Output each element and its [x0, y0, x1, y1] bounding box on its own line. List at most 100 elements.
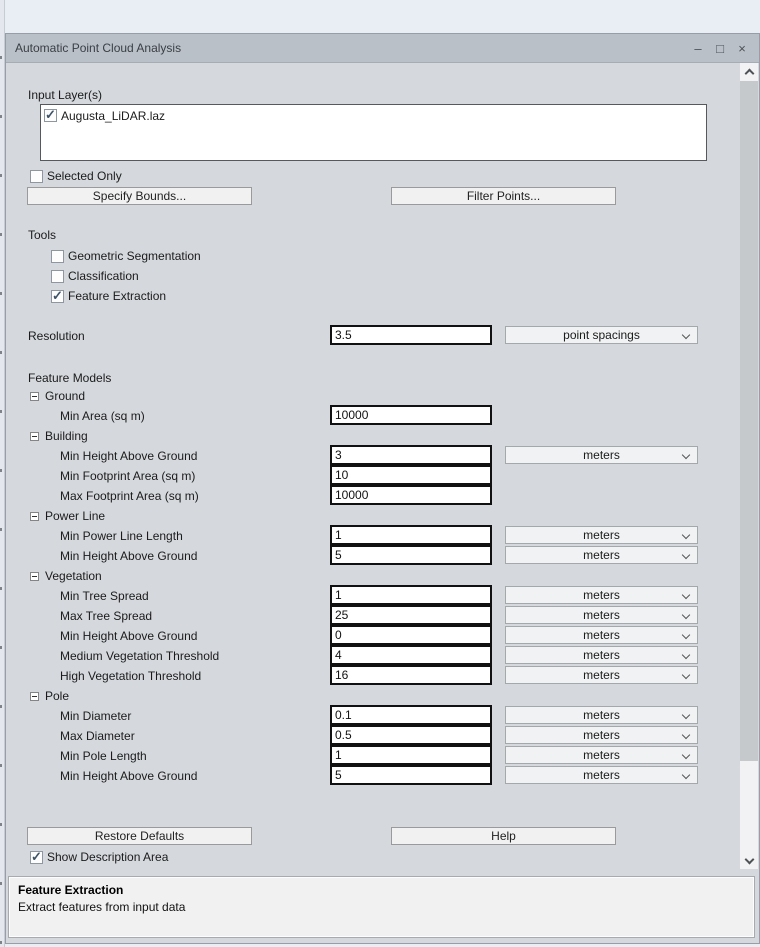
feature-param-label: Min Height Above Ground	[60, 549, 197, 563]
unit-value: meters	[583, 528, 620, 542]
tool-checkbox[interactable]: Feature Extraction	[51, 288, 166, 304]
window-title: Automatic Point Cloud Analysis	[6, 41, 181, 55]
layer-list-item[interactable]: Augusta_LiDAR.laz	[44, 107, 703, 124]
chevron-down-icon	[682, 711, 690, 719]
unit-dropdown[interactable]: meters	[505, 626, 698, 644]
collapse-icon[interactable]	[30, 432, 39, 441]
feature-param-input[interactable]	[330, 705, 492, 725]
unit-dropdown[interactable]: meters	[505, 646, 698, 664]
scroll-down-button[interactable]	[740, 852, 758, 869]
selected-only-checkbox[interactable]: Selected Only	[30, 168, 122, 184]
unit-dropdown[interactable]: meters	[505, 446, 698, 464]
feature-param-input[interactable]	[330, 665, 492, 685]
chevron-down-icon	[682, 611, 690, 619]
feature-param-input[interactable]	[330, 625, 492, 645]
dialog-automatic-point-cloud-analysis: Automatic Point Cloud Analysis – □ × Inp…	[5, 33, 760, 944]
unit-dropdown[interactable]: meters	[505, 606, 698, 624]
unit-dropdown[interactable]: meters	[505, 746, 698, 764]
chevron-down-icon	[682, 771, 690, 779]
feature-param-input[interactable]	[330, 445, 492, 465]
unit-value: meters	[583, 648, 620, 662]
chevron-down-icon	[682, 331, 690, 339]
checkbox-icon[interactable]	[51, 250, 64, 263]
unit-value: meters	[583, 608, 620, 622]
help-button[interactable]: Help	[391, 827, 616, 845]
description-text: Extract features from input data	[18, 900, 745, 914]
close-icon[interactable]: ×	[733, 39, 751, 57]
window-controls: – □ ×	[689, 39, 759, 57]
unit-dropdown[interactable]: meters	[505, 586, 698, 604]
restore-defaults-button[interactable]: Restore Defaults	[27, 827, 252, 845]
feature-param-input[interactable]	[330, 745, 492, 765]
selected-only-label: Selected Only	[47, 169, 122, 183]
tool-label: Classification	[68, 269, 139, 283]
checkbox-icon[interactable]	[51, 270, 64, 283]
feature-param-input[interactable]	[330, 465, 492, 485]
feature-param-label: Medium Vegetation Threshold	[60, 649, 219, 663]
tool-checkbox[interactable]: Geometric Segmentation	[51, 248, 201, 264]
input-layers-label: Input Layer(s)	[28, 88, 102, 102]
tools-label: Tools	[28, 228, 56, 242]
feature-param-label: Min Diameter	[60, 709, 131, 723]
feature-param-input[interactable]	[330, 725, 492, 745]
feature-param-label: Max Diameter	[60, 729, 135, 743]
collapse-icon[interactable]	[30, 572, 39, 581]
input-layer-list[interactable]: Augusta_LiDAR.laz	[40, 104, 707, 161]
feature-param-input[interactable]	[330, 645, 492, 665]
feature-param-input[interactable]	[330, 545, 492, 565]
chevron-down-icon	[682, 731, 690, 739]
feature-param-label: Min Height Above Ground	[60, 449, 197, 463]
filter-points-button[interactable]: Filter Points...	[391, 187, 616, 205]
resolution-unit-dropdown[interactable]: point spacings	[505, 326, 698, 344]
vertical-scrollbar[interactable]	[740, 63, 758, 869]
feature-group-name: Pole	[45, 689, 69, 703]
unit-dropdown[interactable]: meters	[505, 546, 698, 564]
feature-param-label: Max Tree Spread	[60, 609, 152, 623]
resolution-input[interactable]	[330, 325, 492, 345]
unit-dropdown[interactable]: meters	[505, 666, 698, 684]
unit-dropdown[interactable]: meters	[505, 526, 698, 544]
checkbox-icon[interactable]	[44, 109, 57, 122]
feature-param-input[interactable]	[330, 525, 492, 545]
chevron-down-icon	[682, 551, 690, 559]
feature-param-label: Min Tree Spread	[60, 589, 149, 603]
checkbox-icon[interactable]	[51, 290, 64, 303]
minimize-icon[interactable]: –	[689, 39, 707, 57]
chevron-down-icon	[682, 671, 690, 679]
collapse-icon[interactable]	[30, 392, 39, 401]
scroll-up-button[interactable]	[740, 63, 758, 80]
feature-param-label: Min Power Line Length	[60, 529, 183, 543]
feature-param-label: High Vegetation Threshold	[60, 669, 201, 683]
feature-models-label: Feature Models	[28, 371, 111, 385]
tool-label: Feature Extraction	[68, 289, 166, 303]
chevron-down-icon	[682, 631, 690, 639]
specify-bounds-button[interactable]: Specify Bounds...	[27, 187, 252, 205]
checkbox-icon[interactable]	[30, 851, 43, 864]
feature-group-header: Ground	[30, 388, 85, 404]
tool-checkbox[interactable]: Classification	[51, 268, 139, 284]
feature-param-input[interactable]	[330, 485, 492, 505]
chevron-down-icon	[682, 531, 690, 539]
checkbox-icon[interactable]	[30, 170, 43, 183]
feature-param-label: Min Pole Length	[60, 749, 147, 763]
feature-param-input[interactable]	[330, 585, 492, 605]
show-description-checkbox[interactable]: Show Description Area	[30, 849, 168, 865]
unit-dropdown[interactable]: meters	[505, 766, 698, 784]
feature-group-name: Ground	[45, 389, 85, 403]
unit-value: meters	[583, 768, 620, 782]
collapse-icon[interactable]	[30, 512, 39, 521]
scrollbar-thumb[interactable]	[740, 81, 758, 761]
unit-dropdown[interactable]: meters	[505, 706, 698, 724]
feature-param-input[interactable]	[330, 765, 492, 785]
chevron-down-icon	[744, 855, 754, 865]
feature-group-header: Power Line	[30, 508, 105, 524]
feature-group-header: Building	[30, 428, 88, 444]
feature-group-name: Vegetation	[45, 569, 102, 583]
titlebar[interactable]: Automatic Point Cloud Analysis – □ ×	[6, 34, 759, 63]
feature-param-input[interactable]	[330, 405, 492, 425]
collapse-icon[interactable]	[30, 692, 39, 701]
feature-group-header: Vegetation	[30, 568, 102, 584]
feature-param-input[interactable]	[330, 605, 492, 625]
maximize-icon[interactable]: □	[711, 39, 729, 57]
unit-dropdown[interactable]: meters	[505, 726, 698, 744]
